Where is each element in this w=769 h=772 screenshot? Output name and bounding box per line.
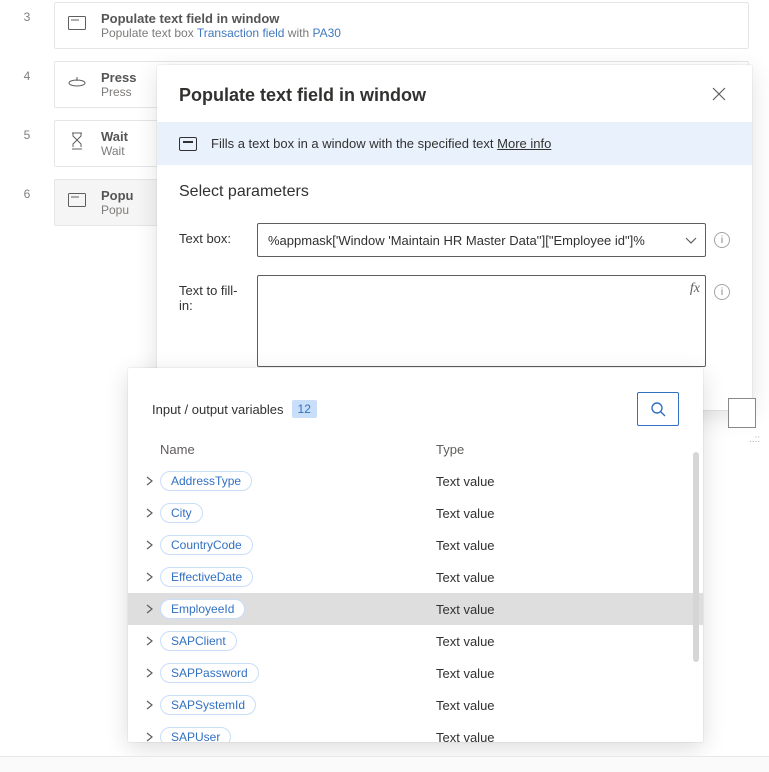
variable-pill[interactable]: SAPPassword	[160, 663, 259, 683]
chevron-right-icon[interactable]	[128, 700, 160, 710]
variable-pill[interactable]: SAPClient	[160, 631, 237, 651]
textbox-label: Text box:	[179, 223, 249, 246]
variable-row[interactable]: SAPPassword Text value	[128, 657, 703, 689]
close-button[interactable]	[708, 83, 730, 108]
step-title: Populate text field in window	[101, 11, 736, 26]
chevron-right-icon[interactable]	[128, 668, 160, 678]
variable-pill[interactable]: EmployeeId	[160, 599, 245, 619]
variable-type: Text value	[436, 570, 689, 585]
more-info-link[interactable]: More info	[497, 136, 551, 151]
chevron-down-icon	[685, 233, 697, 248]
variable-pill[interactable]: CountryCode	[160, 535, 253, 555]
panel-title: Populate text field in window	[179, 85, 426, 106]
variable-row[interactable]: SAPSystemId Text value	[128, 689, 703, 721]
textbox-select[interactable]: %appmask['Window 'Maintain HR Master Dat…	[257, 223, 706, 257]
variable-row[interactable]: City Text value	[128, 497, 703, 529]
chevron-right-icon[interactable]	[128, 604, 160, 614]
variable-row[interactable]: SAPUser Text value	[128, 721, 703, 742]
subtitle-link[interactable]: Transaction field	[197, 26, 285, 40]
chevron-right-icon[interactable]	[128, 572, 160, 582]
fx-button[interactable]: fx	[690, 281, 700, 297]
chevron-right-icon[interactable]	[128, 636, 160, 646]
variable-pill[interactable]: SAPUser	[160, 727, 231, 742]
variable-pill[interactable]: City	[160, 503, 203, 523]
subtitle-link[interactable]: PA30	[312, 26, 340, 40]
variable-table-header: Name Type	[128, 442, 703, 457]
info-banner: Fills a text box in a window with the sp…	[157, 122, 752, 165]
flow-step[interactable]: 3 Populate text field in window Populate…	[0, 2, 749, 49]
peek-button[interactable]	[728, 398, 756, 428]
variable-type: Text value	[436, 474, 689, 489]
step-number: 3	[0, 2, 54, 24]
column-name: Name	[128, 442, 436, 457]
search-button[interactable]	[637, 392, 679, 426]
text-fill-input[interactable]	[257, 275, 706, 367]
variable-picker-title: Input / output variables	[152, 402, 284, 417]
variable-row[interactable]: EmployeeId Text value	[128, 593, 703, 625]
column-type: Type	[436, 442, 689, 457]
variable-type: Text value	[436, 538, 689, 553]
step-number: 6	[0, 179, 54, 201]
variable-row[interactable]: EffectiveDate Text value	[128, 561, 703, 593]
textbox-icon	[67, 13, 87, 33]
chevron-right-icon[interactable]	[128, 476, 160, 486]
chevron-right-icon[interactable]	[128, 732, 160, 742]
variable-row[interactable]: SAPClient Text value	[128, 625, 703, 657]
variable-count-badge: 12	[292, 400, 317, 418]
wait-icon	[67, 131, 87, 151]
action-panel: Populate text field in window Fills a te…	[157, 65, 752, 410]
variable-picker: Input / output variables 12 Name Type Ad…	[128, 368, 703, 742]
variable-type: Text value	[436, 634, 689, 649]
help-icon[interactable]: i	[714, 284, 730, 300]
step-subtitle: Populate text box Transaction field with…	[101, 26, 736, 40]
variable-row[interactable]: CountryCode Text value	[128, 529, 703, 561]
chevron-right-icon[interactable]	[128, 540, 160, 550]
chevron-right-icon[interactable]	[128, 508, 160, 518]
variable-type: Text value	[436, 506, 689, 521]
step-number: 5	[0, 120, 54, 142]
variable-type: Text value	[436, 698, 689, 713]
resize-handle-icon[interactable]: ..::	[749, 434, 761, 446]
variable-type: Text value	[436, 730, 689, 743]
variable-pill[interactable]: EffectiveDate	[160, 567, 253, 587]
textbox-icon	[67, 190, 87, 210]
variable-pill[interactable]: AddressType	[160, 471, 252, 491]
press-icon	[67, 72, 87, 92]
variable-type: Text value	[436, 666, 689, 681]
variable-row[interactable]: AddressType Text value	[128, 465, 703, 497]
help-icon[interactable]: i	[714, 232, 730, 248]
step-number: 4	[0, 61, 54, 83]
variable-type: Text value	[436, 602, 689, 617]
variable-pill[interactable]: SAPSystemId	[160, 695, 256, 715]
status-bar	[0, 756, 769, 772]
fill-label: Text to fill-in:	[179, 275, 249, 313]
scrollbar[interactable]	[693, 452, 699, 662]
section-title: Select parameters	[179, 183, 730, 201]
textbox-icon	[179, 137, 197, 151]
